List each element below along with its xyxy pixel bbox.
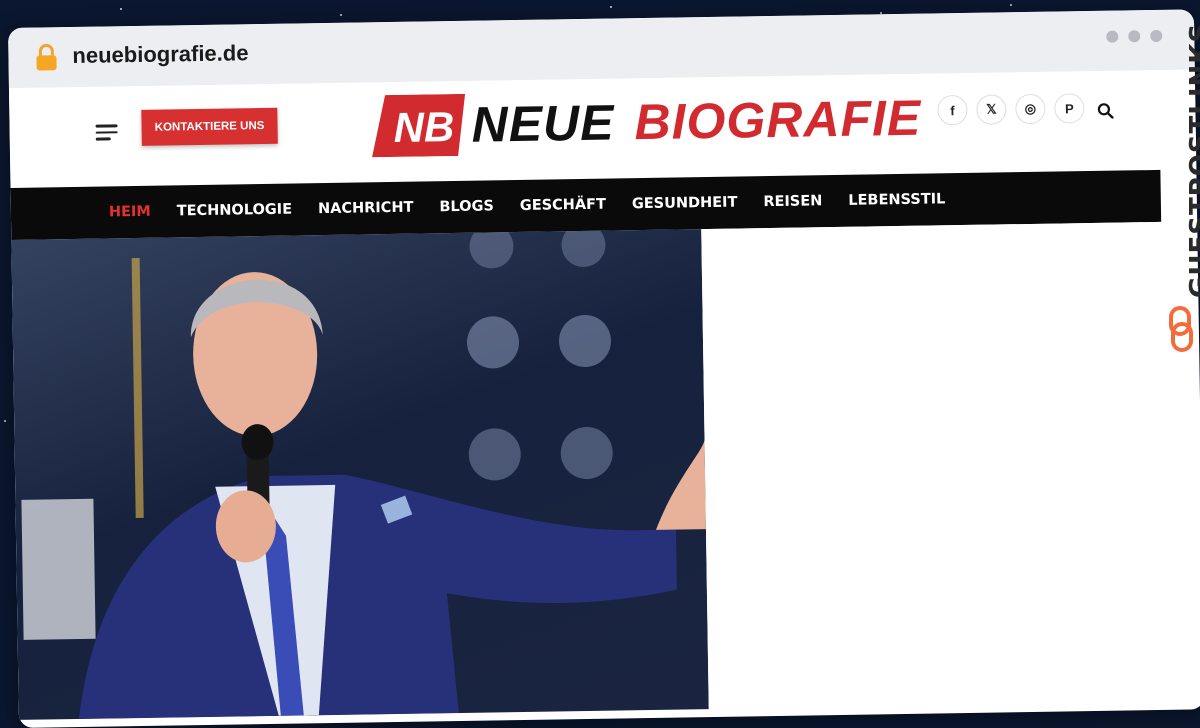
browser-window: neuebiografie.de KONTAKTIERE UNS NB NEUE… xyxy=(8,9,1200,728)
contact-button[interactable]: KONTAKTIERE UNS xyxy=(141,107,278,146)
nav-item-gesundheit[interactable]: GESUNDHEIT xyxy=(632,195,738,213)
logo-mark-icon: NB xyxy=(372,93,466,158)
address-bar-url[interactable]: neuebiografie.de xyxy=(72,40,248,69)
nav-item-lebensstil[interactable]: LEBENSSTIL xyxy=(848,191,945,209)
site-logo[interactable]: NB NEUE BIOGRAFIE xyxy=(371,78,922,167)
nav-item-heim[interactable]: HEIM xyxy=(109,204,151,221)
logo-word-neue: NEUE xyxy=(471,94,615,153)
window-dot[interactable] xyxy=(1106,30,1119,43)
singer-photo xyxy=(21,229,706,719)
pinterest-icon[interactable]: P xyxy=(1054,93,1085,124)
nav-item-geschaeft[interactable]: GESCHÄFT xyxy=(520,197,606,214)
watermark-text: GUESTPOSTLINKS xyxy=(1185,22,1200,298)
logo-word-biografie: BIOGRAFIE xyxy=(634,89,922,151)
facebook-icon[interactable]: f xyxy=(937,94,968,126)
site-header: KONTAKTIERE UNS NB NEUE BIOGRAFIE f 𝕏 ◎ … xyxy=(8,69,1197,188)
search-icon[interactable] xyxy=(1097,103,1114,119)
svg-text:NB: NB xyxy=(393,103,454,151)
window-dot[interactable] xyxy=(1128,30,1141,43)
featured-article-image[interactable] xyxy=(11,229,709,720)
nav-item-technologie[interactable]: TECHNOLOGIE xyxy=(177,202,293,220)
nav-item-reisen[interactable]: REISEN xyxy=(763,193,822,210)
sidebar-empty xyxy=(701,221,1169,710)
chain-link-icon xyxy=(1169,306,1193,352)
hamburger-menu-icon[interactable] xyxy=(95,124,118,141)
x-twitter-icon[interactable]: 𝕏 xyxy=(976,94,1007,125)
nav-item-nachricht[interactable]: NACHRICHT xyxy=(318,200,414,217)
nav-item-blogs[interactable]: BLOGS xyxy=(439,198,494,215)
window-controls xyxy=(1106,29,1163,43)
window-dot[interactable] xyxy=(1150,29,1163,43)
social-links: f 𝕏 ◎ P xyxy=(937,93,1085,126)
instagram-icon[interactable]: ◎ xyxy=(1015,93,1046,125)
lock-icon xyxy=(36,43,57,71)
